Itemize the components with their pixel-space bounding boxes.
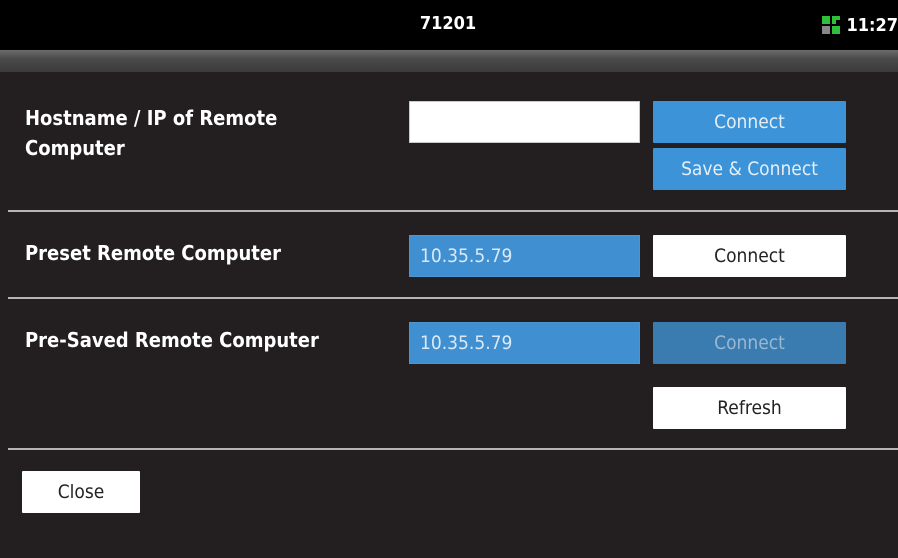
presaved-address-field[interactable]: 10.35.5.79 [409, 322, 640, 364]
network-icon [822, 16, 841, 34]
preset-address-field[interactable]: 10.35.5.79 [409, 235, 640, 277]
close-button[interactable]: Close [22, 471, 140, 513]
preset-connect-button[interactable]: Connect [653, 235, 846, 277]
presaved-label: Pre-Saved Remote Computer [25, 328, 319, 352]
connect-button[interactable]: Connect [653, 101, 846, 143]
hostname-label: Hostname / IP of Remote Computer [25, 106, 278, 160]
preset-label: Preset Remote Computer [25, 241, 281, 265]
device-id: 71201 [419, 13, 477, 34]
action-bar [0, 50, 898, 72]
clock: 11:27 [846, 14, 898, 36]
save-connect-button[interactable]: Save & Connect [653, 148, 846, 190]
divider [8, 297, 898, 299]
divider [8, 210, 898, 212]
presaved-connect-button[interactable]: Connect [653, 322, 846, 364]
hostname-input[interactable] [409, 101, 640, 143]
divider [8, 448, 898, 450]
status-bar: 71201 11:27 [0, 0, 898, 50]
status-right: 11:27 [822, 11, 898, 39]
refresh-button[interactable]: Refresh [653, 387, 846, 429]
